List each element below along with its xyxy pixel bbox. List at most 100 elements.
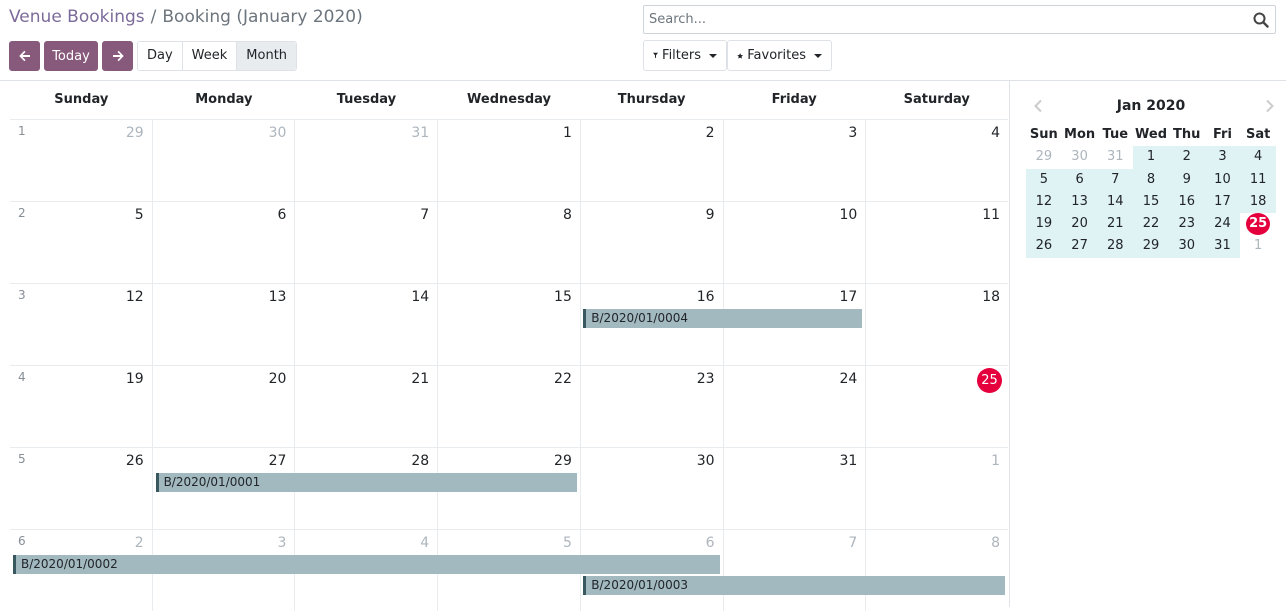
day-cell[interactable]: 31 [294, 120, 437, 201]
mini-calendar-day[interactable]: 3 [1204, 146, 1241, 169]
mini-calendar-day[interactable]: 21 [1097, 213, 1134, 236]
day-cell[interactable]: 1 [865, 448, 1008, 529]
mini-calendar-day[interactable]: 15 [1133, 190, 1169, 214]
day-cell[interactable]: 4 [865, 120, 1008, 201]
day-cell[interactable]: 30 [151, 120, 295, 201]
day-number: 31 [839, 453, 858, 469]
day-cell[interactable]: 20 [151, 366, 295, 447]
mini-calendar-day[interactable]: 17 [1204, 190, 1241, 214]
mini-calendar-day[interactable]: 27 [1061, 235, 1098, 258]
day-cell[interactable]: 3 [722, 120, 866, 201]
chevron-right-icon[interactable] [1262, 99, 1276, 113]
day-cell[interactable]: 8 [437, 202, 580, 283]
day-number: 21 [411, 371, 430, 387]
chevron-left-icon[interactable] [1032, 99, 1046, 113]
day-cell[interactable]: 31 [722, 448, 866, 529]
day-number: 16 [696, 289, 715, 305]
day-cell[interactable]: 9 [579, 202, 723, 283]
mini-calendar-day[interactable]: 10 [1204, 168, 1241, 191]
day-cell[interactable]: 3 12 [10, 284, 152, 365]
day-number: 8 [991, 535, 1001, 551]
mini-calendar-day[interactable]: 26 [1026, 235, 1062, 258]
mini-calendar-day[interactable]: 8 [1133, 168, 1169, 191]
mini-calendar-day[interactable]: 11 [1240, 168, 1277, 191]
mini-calendar-today[interactable]: 25 [1240, 213, 1276, 236]
mini-calendar-day[interactable]: 4 [1240, 146, 1277, 169]
mini-calendar-day[interactable]: 31 [1204, 235, 1241, 258]
day-cell[interactable]: 23 [579, 366, 723, 447]
mini-calendar-day[interactable]: 29 [1026, 146, 1062, 168]
day-cell[interactable]: 25 [865, 366, 1008, 447]
mini-calendar-day[interactable]: 5 [1026, 168, 1062, 191]
scale-day-button[interactable]: Day [138, 42, 183, 70]
favorites-label: Favorites [747, 48, 806, 63]
mini-calendar-day[interactable]: 20 [1061, 213, 1098, 236]
mini-calendar-day[interactable]: 18 [1240, 190, 1277, 214]
mini-calendar-week: 12 13 14 15 16 17 18 [1026, 190, 1277, 214]
day-cell[interactable]: 30 [579, 448, 723, 529]
mini-calendar-day[interactable]: 28 [1097, 235, 1134, 258]
search-input[interactable] [644, 6, 1253, 33]
day-cell[interactable]: 14 [294, 284, 437, 365]
day-number: 1 [562, 125, 572, 141]
mini-calendar-day[interactable]: 6 [1061, 168, 1098, 191]
mini-calendar-day[interactable]: 30 [1168, 235, 1205, 258]
day-cell[interactable]: 18 [865, 284, 1008, 365]
mini-calendar-day[interactable]: 23 [1168, 213, 1205, 236]
mini-calendar-day[interactable]: 16 [1168, 190, 1205, 214]
day-cell[interactable]: 10 [722, 202, 866, 283]
mini-calendar-day[interactable]: 1 [1240, 235, 1276, 257]
calendar-event[interactable]: B/2020/01/0001 [155, 473, 578, 492]
day-cell[interactable]: 1 [437, 120, 580, 201]
day-cell[interactable]: 21 [294, 366, 437, 447]
mini-calendar-day[interactable]: 2 [1168, 146, 1205, 169]
previous-button[interactable] [9, 41, 40, 71]
calendar-event[interactable]: B/2020/01/0004 [583, 309, 863, 328]
mini-calendar-day[interactable]: 31 [1097, 146, 1133, 168]
day-cell[interactable]: 8 [865, 530, 1008, 611]
day-cell[interactable]: 11 [865, 202, 1008, 283]
arrow-right-icon [112, 50, 124, 62]
filters-button[interactable]: Filters [643, 40, 727, 71]
calendar-event[interactable]: B/2020/01/0003 [583, 576, 1005, 595]
day-cell[interactable]: 1 29 [10, 120, 152, 201]
mini-calendar-day[interactable]: 19 [1026, 213, 1062, 236]
mini-calendar-day[interactable]: 13 [1061, 190, 1098, 214]
day-cell[interactable]: 13 [151, 284, 295, 365]
scale-month-button[interactable]: Month [237, 42, 297, 70]
day-cell[interactable]: 25 [10, 202, 152, 283]
day-cell[interactable]: 15 [437, 284, 580, 365]
day-cell[interactable]: 2 [579, 120, 723, 201]
calendar-event[interactable]: B/2020/01/0002 [13, 555, 720, 574]
day-cell[interactable]: 5 26 [10, 448, 152, 529]
mini-calendar-day[interactable]: 1 [1133, 146, 1169, 169]
scale-week-button[interactable]: Week [182, 42, 238, 70]
day-number: 5 [562, 535, 572, 551]
mini-calendar-day[interactable]: 22 [1133, 213, 1169, 236]
mini-calendar-day[interactable]: 7 [1097, 168, 1134, 191]
mini-calendar-day[interactable]: 9 [1168, 168, 1205, 191]
mini-calendar-day[interactable]: 12 [1026, 190, 1062, 214]
breadcrumb-current: Booking (January 2020) [162, 7, 363, 27]
breadcrumb-parent-link[interactable]: Venue Bookings [9, 7, 145, 27]
week-row: 2 5 6 7 8 9 10 11 [10, 201, 1008, 283]
search-icon[interactable] [1253, 12, 1269, 28]
mini-calendar-day[interactable]: 14 [1097, 190, 1134, 214]
day-number: 12 [125, 289, 144, 305]
day-number: 11 [982, 207, 1001, 223]
next-button[interactable] [102, 41, 133, 71]
mini-calendar-day[interactable]: 24 [1204, 213, 1241, 236]
mini-calendar-dow: Mon [1064, 127, 1096, 142]
star-icon [737, 52, 744, 59]
mini-calendar-day[interactable]: 29 [1133, 235, 1169, 258]
favorites-button[interactable]: Favorites [727, 40, 832, 71]
day-cell[interactable]: 22 [437, 366, 580, 447]
day-cell[interactable]: 7 [294, 202, 437, 283]
day-cell[interactable]: 7 [722, 530, 866, 611]
day-header-friday: Friday [771, 92, 817, 107]
mini-calendar-day[interactable]: 30 [1062, 146, 1098, 168]
day-cell[interactable]: 24 [722, 366, 866, 447]
today-button[interactable]: Today [44, 41, 98, 71]
day-cell[interactable]: 6 [151, 202, 295, 283]
day-cell[interactable]: 4 19 [10, 366, 152, 447]
